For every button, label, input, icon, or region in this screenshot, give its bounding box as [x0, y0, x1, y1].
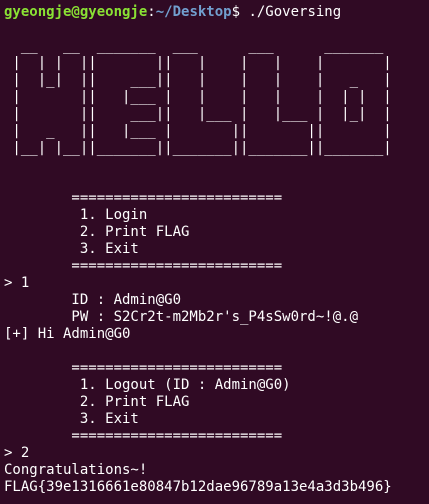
prompt-symbol: $: [231, 4, 249, 20]
menu-item-exit: 3. Exit: [4, 241, 139, 257]
banner-line: | | | || || | | | | |: [4, 55, 392, 71]
banner-line: __ __ _______ ___ ___ _______: [4, 38, 392, 54]
menu-rule-top: =========================: [4, 360, 283, 376]
prompt-command: ./Goversing: [248, 4, 342, 20]
banner-line: | _ || |___ | || || |: [4, 123, 392, 139]
terminal-window[interactable]: gyeongje@gyeongje:~/Desktop$ ./Goversing…: [0, 0, 429, 504]
user-input-line: > 1: [4, 275, 30, 291]
login-pw-line: PW : S2Cr2t-m2Mb2r's_P4sSw0rd~!@.@: [4, 309, 359, 325]
banner-line: | || |___ | | | | | | | |: [4, 89, 392, 105]
flag-text: FLAG{39e1316661e80847b12dae96789a13e4a3d…: [4, 479, 392, 495]
prompt-path: ~/Desktop: [155, 4, 232, 20]
menu-rule-bottom: =========================: [4, 428, 283, 444]
menu-rule-bottom: =========================: [4, 258, 283, 274]
banner-line: | |_| || ___|| | | | | _ |: [4, 72, 392, 88]
user-input-line: > 2: [4, 445, 30, 461]
prompt-separator: :: [147, 4, 156, 20]
menu-item-login: 1. Login: [4, 207, 148, 223]
menu-item-logout: 1. Logout (ID : Admin@G0): [4, 377, 291, 393]
menu-item-print-flag: 2. Print FLAG: [4, 394, 190, 410]
menu-item-exit: 3. Exit: [4, 411, 139, 427]
menu-item-print-flag: 2. Print FLAG: [4, 224, 190, 240]
login-id-line: ID : Admin@G0: [4, 292, 182, 308]
login-greeting: [+] Hi Admin@G0: [4, 326, 131, 342]
prompt-user-host: gyeongje@gyeongje: [4, 4, 148, 20]
banner-line: |__| |__||_______||_______||_______||___…: [4, 140, 392, 156]
congratulations-text: Congratulations~!: [4, 462, 148, 478]
menu-rule-top: =========================: [4, 190, 283, 206]
shell-prompt-line: gyeongje@gyeongje:~/Desktop$ ./Goversing: [4, 4, 341, 21]
banner-line: | || ___|| |___ | |___ | |_| |: [4, 106, 392, 122]
